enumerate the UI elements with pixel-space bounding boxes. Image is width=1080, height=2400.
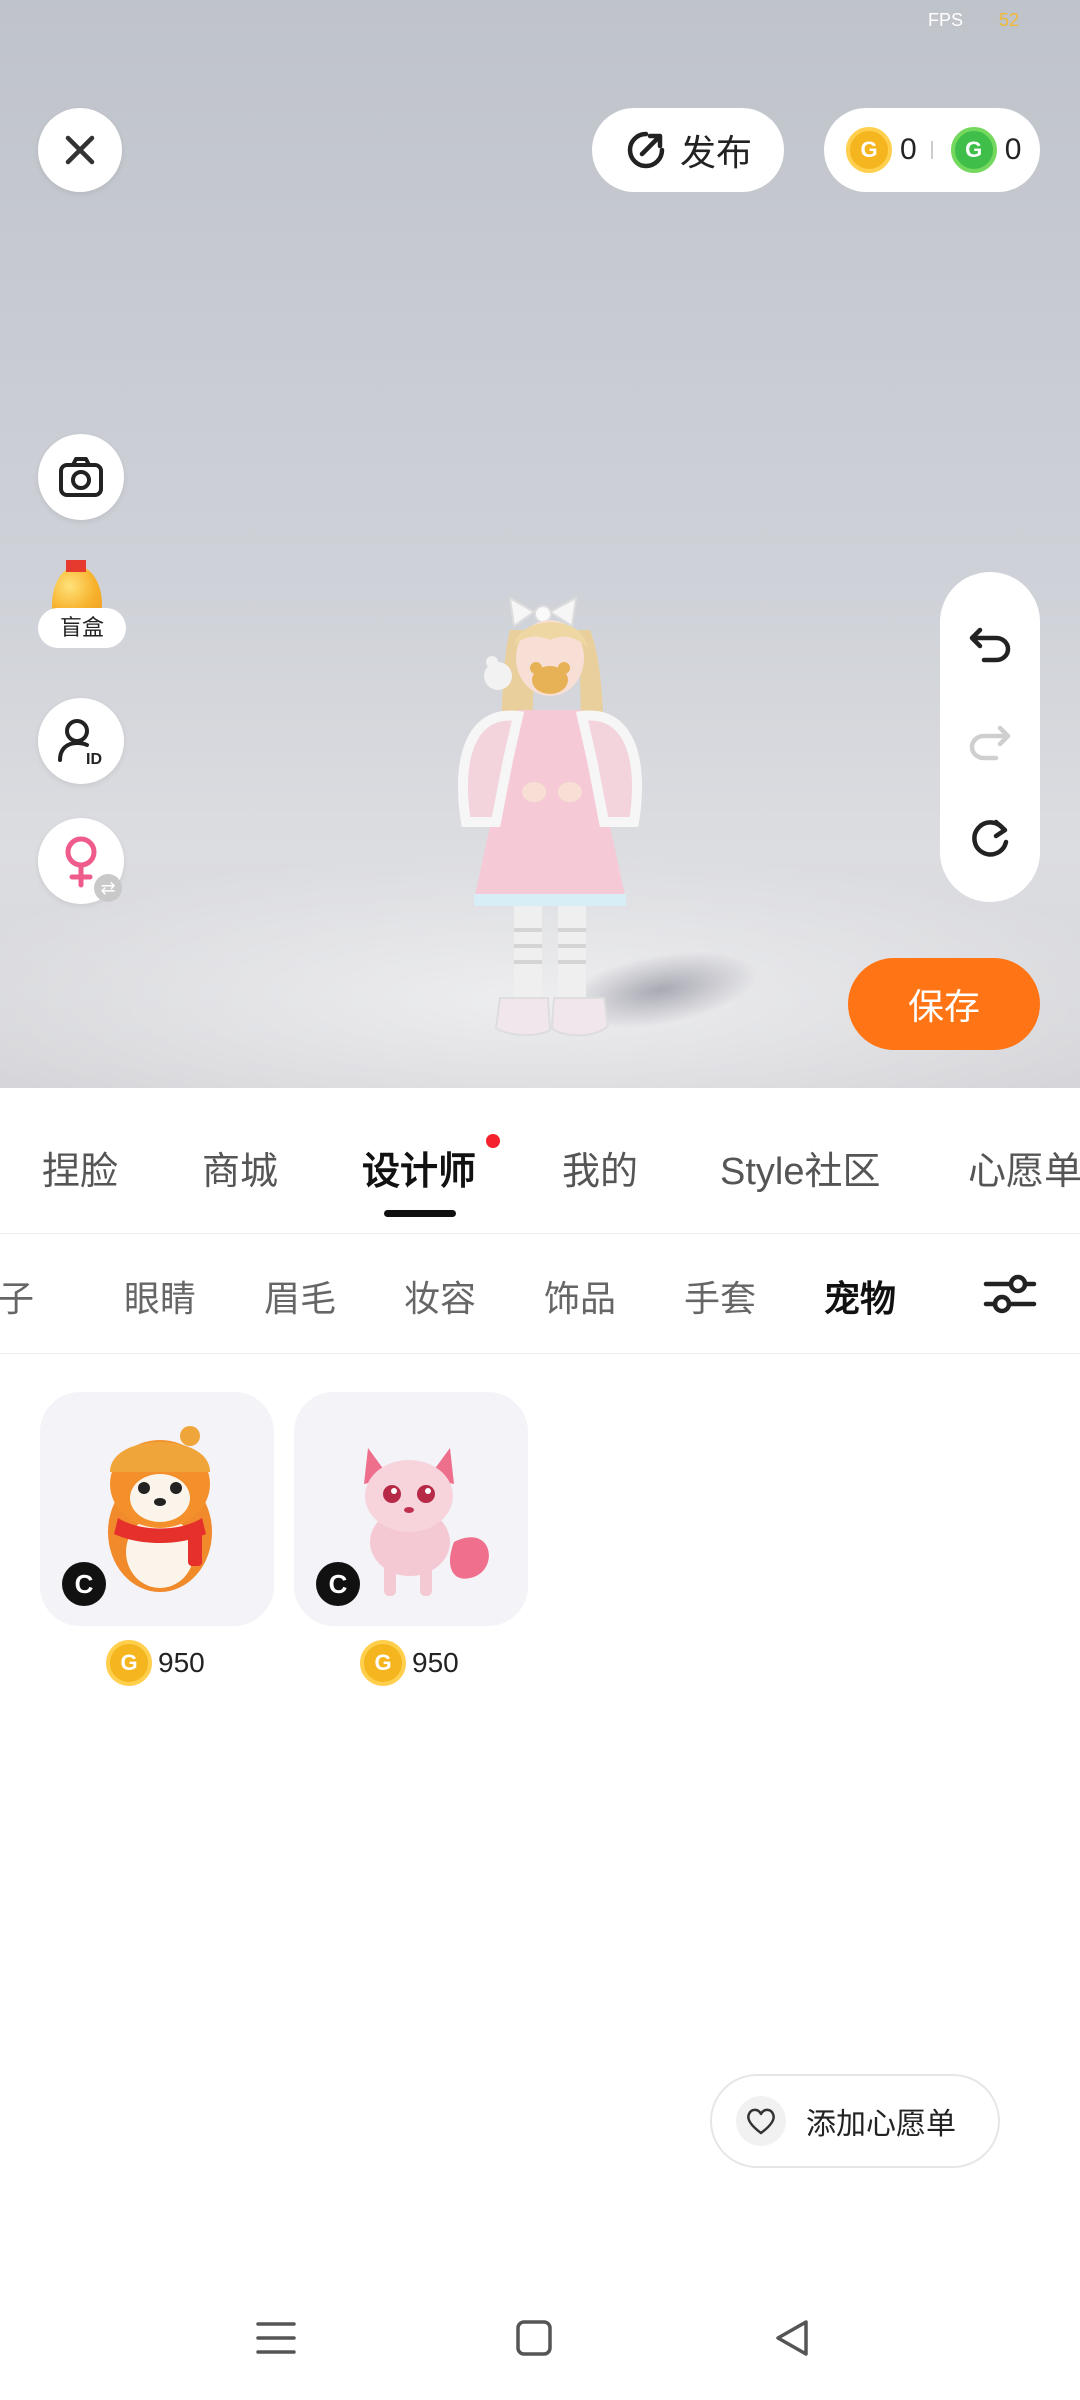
publish-label: 发布 — [679, 132, 752, 173]
currency-balance[interactable]: G 0 G 0 — [824, 108, 1040, 192]
gold-g-coin-icon: G — [360, 1640, 406, 1686]
tab-wishlist[interactable]: 心愿单 — [968, 1140, 1080, 1195]
reset-button[interactable] — [962, 810, 1018, 866]
category-tab-bar: 鞋子 眼睛 眉毛 妆容 饰品 手套 宠物 — [0, 1234, 1080, 1354]
tab-mall[interactable]: 商城 — [202, 1140, 278, 1195]
item-price: G 950 — [106, 1640, 205, 1686]
creator-badge: C — [62, 1562, 106, 1606]
fps-value: 52 — [999, 10, 1020, 30]
user-id-icon: ID — [58, 719, 102, 768]
blind-box-button[interactable]: 盲盒 — [38, 560, 128, 664]
close-icon — [65, 135, 95, 165]
gold-g-coin-icon: G — [106, 1640, 152, 1686]
add-to-wishlist-button[interactable]: 添加心愿单 — [710, 2074, 1000, 2168]
tab-mine[interactable]: 我的 — [562, 1140, 638, 1195]
category-gloves[interactable]: 手套 — [684, 1270, 756, 1322]
green-coin-value: 0 — [1004, 133, 1022, 166]
back-triangle-icon — [776, 2320, 808, 2356]
fps-label: FPS — [928, 10, 964, 30]
creator-badge: C — [316, 1562, 360, 1606]
svg-text:ID: ID — [86, 751, 102, 768]
blind-box-label: 盲盒 — [38, 608, 126, 648]
close-button[interactable] — [38, 108, 122, 192]
save-button[interactable]: 保存 — [848, 958, 1040, 1050]
category-eyes[interactable]: 眼睛 — [124, 1270, 196, 1322]
avatar-figure[interactable] — [430, 560, 690, 1060]
heart-icon — [736, 2096, 786, 2146]
publish-icon — [627, 131, 665, 169]
currency-divider — [930, 141, 933, 159]
wishlist-label: 添加心愿单 — [806, 2108, 956, 2141]
gold-g-coin-icon: G — [846, 127, 892, 173]
avatar-preview-viewport[interactable]: FPS 52 发布 G 0 G 0 盲盒 ID ⇄ 保存 — [0, 0, 1080, 1088]
system-navigation-bar — [0, 2280, 1080, 2400]
undo-icon — [969, 627, 1011, 663]
category-eyebrows[interactable]: 眉毛 — [264, 1270, 336, 1322]
avatar-id-button[interactable]: ID — [38, 698, 124, 784]
pet-item-card[interactable]: C — [294, 1392, 528, 1626]
price-value: 950 — [158, 1647, 205, 1678]
category-pets[interactable]: 宠物 — [824, 1270, 896, 1322]
tab-designer[interactable]: 设计师 — [362, 1140, 476, 1195]
back-button[interactable] — [762, 2308, 822, 2368]
item-price: G 950 — [360, 1640, 459, 1686]
publish-button[interactable]: 发布 — [592, 108, 784, 192]
category-makeup[interactable]: 妆容 — [404, 1270, 476, 1322]
category-accessories[interactable]: 饰品 — [544, 1270, 616, 1322]
undo-button[interactable] — [962, 614, 1018, 670]
tab-style-community[interactable]: Style社区 — [720, 1140, 880, 1195]
filter-icon[interactable] — [982, 1266, 1038, 1322]
reset-icon — [972, 819, 1009, 857]
home-square-icon — [516, 2320, 552, 2356]
category-shoes[interactable]: 鞋子 — [0, 1270, 34, 1322]
history-panel — [940, 572, 1040, 902]
gold-coin-value: 0 — [900, 133, 917, 166]
camera-icon — [59, 457, 103, 497]
gender-switch-button[interactable]: ⇄ — [38, 818, 124, 904]
home-button[interactable] — [504, 2308, 564, 2368]
notification-dot — [486, 1134, 500, 1148]
redo-button[interactable] — [962, 712, 1018, 768]
menu-icon — [256, 2322, 296, 2354]
green-g-coin-icon: G — [950, 127, 997, 173]
pet-item-card[interactable]: C — [40, 1392, 274, 1626]
swap-icon: ⇄ — [94, 874, 122, 902]
active-tab-indicator — [384, 1210, 456, 1217]
redo-icon — [969, 725, 1011, 761]
flag-icon — [66, 560, 86, 572]
menu-button[interactable] — [246, 2308, 306, 2368]
tab-face[interactable]: 捏脸 — [42, 1140, 118, 1195]
camera-button[interactable] — [38, 434, 124, 520]
price-value: 950 — [412, 1647, 459, 1678]
main-tab-bar: 捏脸 商城 设计师 我的 Style社区 心愿单 — [0, 1088, 1080, 1234]
